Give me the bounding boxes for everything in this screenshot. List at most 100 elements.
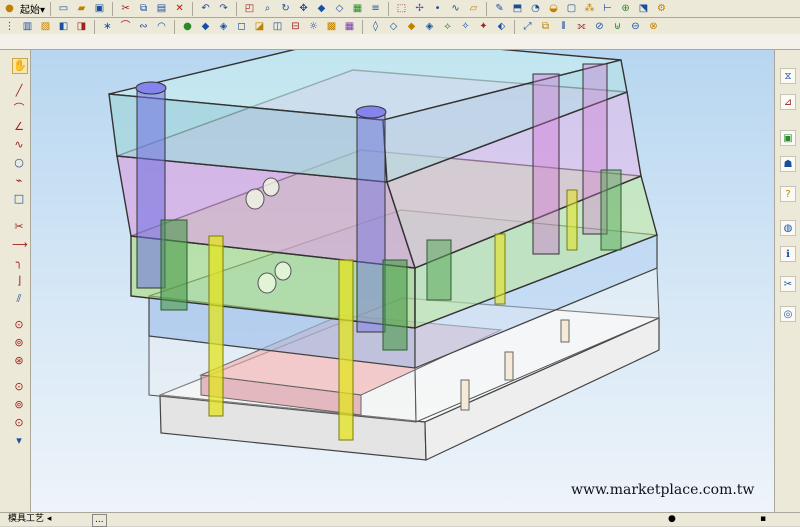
arc-icon[interactable]: ⌒ <box>12 102 26 116</box>
light-icon[interactable]: ☼ <box>306 19 321 34</box>
new-file-icon[interactable]: ▭ <box>56 1 71 16</box>
sketch-spline-icon[interactable]: ∾ <box>136 19 151 34</box>
blend-icon[interactable]: ◒ <box>546 1 561 16</box>
undo-icon[interactable]: ↶ <box>198 1 213 16</box>
snap-icon[interactable]: ✢ <box>412 1 427 16</box>
coincident-icon[interactable]: ⊚ <box>12 398 26 412</box>
transform-icon[interactable]: ⤢ <box>520 19 535 34</box>
extrude-icon[interactable]: ⬒ <box>510 1 525 16</box>
polyline-icon[interactable]: ∠ <box>12 120 26 134</box>
mirror-icon[interactable]: ⫽ <box>12 292 26 306</box>
feature-3-icon[interactable]: ◆ <box>404 19 419 34</box>
copy-feature-icon[interactable]: ⧉ <box>538 19 553 34</box>
split-body-icon[interactable]: ⟗ <box>574 19 589 34</box>
wireframe-icon[interactable]: ◇ <box>332 1 347 16</box>
history-icon[interactable]: ⧖ <box>780 68 796 84</box>
sketch-point-icon[interactable]: ∗ <box>100 19 115 34</box>
feature-4-icon[interactable]: ◈ <box>422 19 437 34</box>
sketch-curve-icon[interactable]: ⌒ <box>118 19 133 34</box>
delete-icon[interactable]: ✕ <box>172 1 187 16</box>
pattern-icon[interactable]: ⁂ <box>582 1 597 16</box>
tangent-icon[interactable]: ⊙ <box>12 416 26 430</box>
app-logo-icon[interactable]: ● <box>2 1 17 16</box>
color-icon[interactable]: ● <box>180 19 195 34</box>
graphics-viewport[interactable] <box>31 50 774 512</box>
curve-icon[interactable]: ∿ <box>448 1 463 16</box>
feature-7-icon[interactable]: ✦ <box>476 19 491 34</box>
window-icon[interactable]: ▥ <box>20 19 35 34</box>
sketch-icon[interactable]: ✎ <box>492 1 507 16</box>
task-tab[interactable]: 模具工艺 ◂ <box>8 514 51 525</box>
analysis-icon[interactable]: ⊕ <box>618 1 633 16</box>
mirror-feature-icon[interactable]: ⫴ <box>556 19 571 34</box>
dimension-icon[interactable]: ⊙ <box>12 318 26 332</box>
fit-icon[interactable]: ◰ <box>242 1 257 16</box>
translucency-icon[interactable]: ◈ <box>216 19 231 34</box>
spline-icon[interactable]: ∿ <box>12 138 26 152</box>
start-menu-button[interactable]: 起始▾ <box>20 1 45 16</box>
view-icon[interactable]: ▦ <box>350 1 365 16</box>
layer-icon[interactable]: ≡ <box>368 1 383 16</box>
section-icon[interactable]: ◫ <box>270 19 285 34</box>
trim-body-icon[interactable]: ⊘ <box>592 19 607 34</box>
role-icon[interactable]: ☗ <box>780 156 796 172</box>
split-icon[interactable]: ◧ <box>56 19 71 34</box>
select-icon[interactable]: ✋ <box>12 58 28 74</box>
intersect-icon[interactable]: ⊗ <box>646 19 661 34</box>
feature-1-icon[interactable]: ◊ <box>368 19 383 34</box>
edges-icon[interactable]: ◻ <box>234 19 249 34</box>
pan-icon[interactable]: ✥ <box>296 1 311 16</box>
zoom-icon[interactable]: ⌕ <box>260 1 275 16</box>
paste-icon[interactable]: ▤ <box>154 1 169 16</box>
selection-filter-icon[interactable]: ⬚ <box>394 1 409 16</box>
web-icon[interactable]: ◍ <box>780 220 796 236</box>
assembly-icon[interactable]: ▣ <box>780 130 796 146</box>
sketch-arc-icon[interactable]: ◠ <box>154 19 169 34</box>
revolve-icon[interactable]: ◔ <box>528 1 543 16</box>
circle-icon[interactable]: ○ <box>12 156 26 170</box>
point-icon[interactable]: • <box>430 1 445 16</box>
redo-icon[interactable]: ↷ <box>216 1 231 16</box>
render-style-icon[interactable]: ◆ <box>198 19 213 34</box>
part-navigator-icon[interactable]: ⊿ <box>780 94 796 110</box>
open-folder-icon[interactable]: ▰ <box>74 1 89 16</box>
shaded-icon[interactable]: ◆ <box>314 1 329 16</box>
unite-icon[interactable]: ⊎ <box>610 19 625 34</box>
rotate-icon[interactable]: ↻ <box>278 1 293 16</box>
clip-icon[interactable]: ⊟ <box>288 19 303 34</box>
process-icon[interactable]: ◎ <box>780 306 796 322</box>
line-icon[interactable]: ╱ <box>12 84 26 98</box>
mold-wizard-icon[interactable]: ⬔ <box>636 1 651 16</box>
chamfer-icon[interactable]: ⌋ <box>12 274 26 288</box>
feature-2-icon[interactable]: ◇ <box>386 19 401 34</box>
feature-8-icon[interactable]: ⬖ <box>494 19 509 34</box>
cut-icon[interactable]: ✂ <box>118 1 133 16</box>
help-icon[interactable]: ? <box>780 186 796 202</box>
save-icon[interactable]: ▣ <box>92 1 107 16</box>
more-button[interactable]: ... <box>92 514 107 527</box>
measure-icon[interactable]: ⊢ <box>600 1 615 16</box>
tile-icon[interactable]: ◨ <box>74 19 89 34</box>
hole-icon[interactable]: ⊛ <box>12 354 26 368</box>
offset-icon[interactable]: ⌁ <box>12 174 26 188</box>
info-icon[interactable]: ℹ <box>780 246 796 262</box>
copy-icon[interactable]: ⧉ <box>136 1 151 16</box>
material-icon[interactable]: ▩ <box>324 19 339 34</box>
rectangle-icon[interactable]: □ <box>12 192 26 206</box>
scroll-down-icon[interactable]: ▾ <box>12 434 26 448</box>
subtract-icon[interactable]: ⊖ <box>628 19 643 34</box>
layout-icon[interactable]: ▧ <box>38 19 53 34</box>
feature-5-icon[interactable]: ⟡ <box>440 19 455 34</box>
highlight-icon[interactable]: ◪ <box>252 19 267 34</box>
texture-icon[interactable]: ▦ <box>342 19 357 34</box>
shell-icon[interactable]: ▢ <box>564 1 579 16</box>
feature-6-icon[interactable]: ✧ <box>458 19 473 34</box>
point-constraint-icon[interactable]: ⊙ <box>12 380 26 394</box>
face-icon[interactable]: ▱ <box>466 1 481 16</box>
settings-icon[interactable]: ⚙ <box>654 1 669 16</box>
trim-icon[interactable]: ✂ <box>12 220 26 234</box>
fillet-icon[interactable]: ╮ <box>12 256 26 270</box>
constraint-icon[interactable]: ⊚ <box>12 336 26 350</box>
extend-icon[interactable]: ⟶ <box>12 238 28 252</box>
tools-icon[interactable]: ✂ <box>780 276 796 292</box>
